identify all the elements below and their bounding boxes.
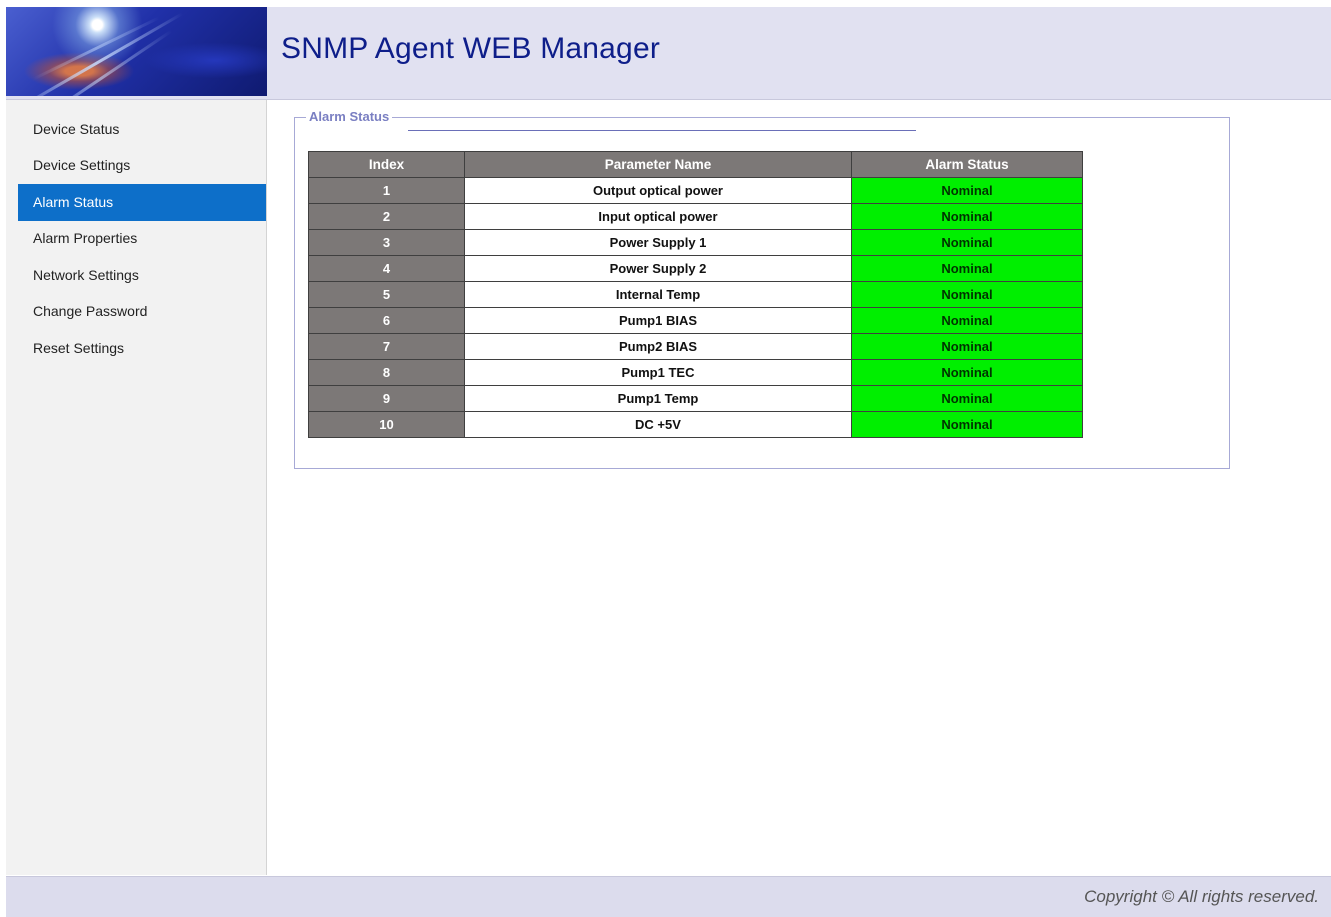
row-parameter-name: DC +5V [464, 411, 852, 438]
sidebar: Device Status Device Settings Alarm Stat… [6, 100, 267, 875]
footer: Copyright © All rights reserved. [6, 876, 1331, 917]
table-row: 1 Output optical power Nominal [308, 177, 1083, 204]
alarm-status-table: Index Parameter Name Alarm Status 1 Outp… [308, 151, 1083, 438]
table-header-row: Index Parameter Name Alarm Status [308, 151, 1083, 178]
table-row: 5 Internal Temp Nominal [308, 281, 1083, 308]
row-index: 5 [308, 281, 465, 308]
column-header-parameter-name: Parameter Name [464, 151, 852, 178]
table-row: 3 Power Supply 1 Nominal [308, 229, 1083, 256]
table-row: 9 Pump1 Temp Nominal [308, 385, 1083, 412]
row-index: 6 [308, 307, 465, 334]
row-alarm-status: Nominal [851, 203, 1083, 230]
row-parameter-name: Internal Temp [464, 281, 852, 308]
table-row: 7 Pump2 BIAS Nominal [308, 333, 1083, 360]
row-alarm-status: Nominal [851, 281, 1083, 308]
page-title: SNMP Agent WEB Manager [281, 32, 661, 65]
sidebar-item-network-settings[interactable]: Network Settings [18, 257, 266, 294]
fieldset-legend: Alarm Status [306, 109, 393, 124]
row-index: 9 [308, 385, 465, 412]
row-alarm-status: Nominal [851, 333, 1083, 360]
row-parameter-name: Pump2 BIAS [464, 333, 852, 360]
row-index: 8 [308, 359, 465, 386]
table-row: 10 DC +5V Nominal [308, 411, 1083, 438]
legend-divider [408, 130, 916, 131]
sidebar-item-device-settings[interactable]: Device Settings [18, 147, 266, 184]
table-row: 6 Pump1 BIAS Nominal [308, 307, 1083, 334]
row-alarm-status: Nominal [851, 255, 1083, 282]
row-index: 1 [308, 177, 465, 204]
header: SNMP Agent WEB Manager [6, 7, 1331, 100]
row-parameter-name: Power Supply 1 [464, 229, 852, 256]
row-alarm-status: Nominal [851, 307, 1083, 334]
row-parameter-name: Pump1 Temp [464, 385, 852, 412]
sidebar-item-alarm-status[interactable]: Alarm Status [18, 184, 266, 221]
row-index: 7 [308, 333, 465, 360]
row-parameter-name: Input optical power [464, 203, 852, 230]
row-parameter-name: Pump1 BIAS [464, 307, 852, 334]
row-index: 10 [308, 411, 465, 438]
row-parameter-name: Power Supply 2 [464, 255, 852, 282]
row-alarm-status: Nominal [851, 385, 1083, 412]
sidebar-item-alarm-properties[interactable]: Alarm Properties [18, 220, 266, 257]
column-header-index: Index [308, 151, 465, 178]
table-row: 4 Power Supply 2 Nominal [308, 255, 1083, 282]
row-alarm-status: Nominal [851, 229, 1083, 256]
row-parameter-name: Pump1 TEC [464, 359, 852, 386]
table-row: 8 Pump1 TEC Nominal [308, 359, 1083, 386]
table-row: 2 Input optical power Nominal [308, 203, 1083, 230]
row-alarm-status: Nominal [851, 359, 1083, 386]
row-index: 4 [308, 255, 465, 282]
copyright-text: Copyright © All rights reserved. [1084, 887, 1319, 906]
logo-banner-image [6, 7, 267, 96]
sidebar-item-reset-settings[interactable]: Reset Settings [18, 330, 266, 367]
row-alarm-status: Nominal [851, 177, 1083, 204]
row-index: 3 [308, 229, 465, 256]
row-parameter-name: Output optical power [464, 177, 852, 204]
row-index: 2 [308, 203, 465, 230]
sidebar-item-device-status[interactable]: Device Status [18, 111, 266, 148]
sidebar-item-change-password[interactable]: Change Password [18, 293, 266, 330]
row-alarm-status: Nominal [851, 411, 1083, 438]
column-header-alarm-status: Alarm Status [851, 151, 1083, 178]
